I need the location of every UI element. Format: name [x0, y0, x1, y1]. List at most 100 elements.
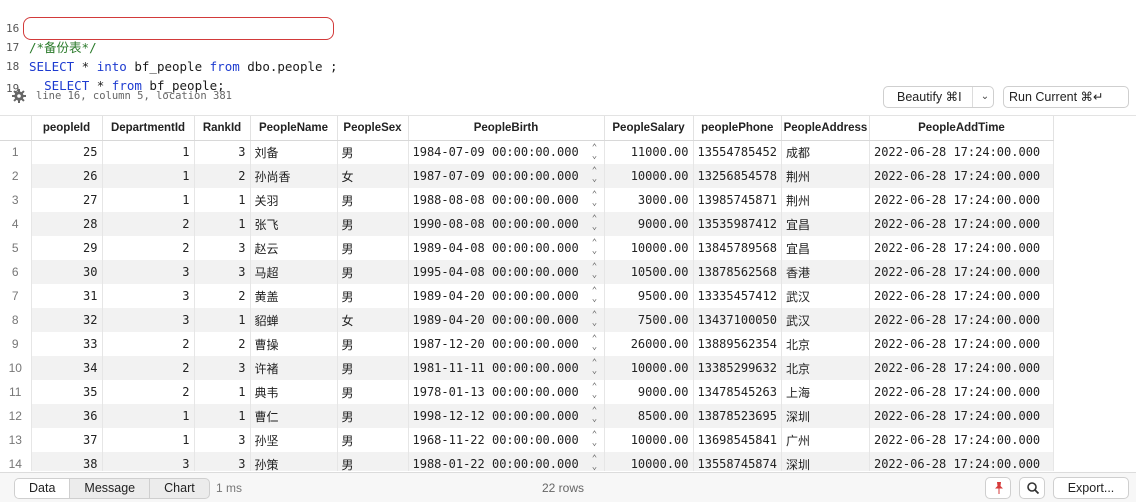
- column-header[interactable]: PeopleAddress: [781, 116, 870, 141]
- cell-people-birth[interactable]: 1981-11-11 00:00:00.000 ⌃ ⌄: [408, 356, 605, 380]
- table-row[interactable]: 14 38 3 3 孙策男 1988-01-22 00:00:00.000 ⌃ ⌄ 10000.…: [0, 452, 1054, 471]
- cell-people-sex[interactable]: 男: [337, 188, 409, 212]
- cell-rank-id[interactable]: 1: [194, 404, 251, 428]
- cell-people-birth[interactable]: 1988-01-22 00:00:00.000 ⌃ ⌄: [408, 452, 605, 471]
- cell-department-id[interactable]: 1: [102, 428, 195, 452]
- cell-people-id[interactable]: 32: [31, 308, 103, 332]
- table-row[interactable]: 8 32 3 1 貂蝉女 1989-04-20 00:00:00.000 ⌃ ⌄ 7500.00…: [0, 308, 1054, 332]
- cell-people-phone[interactable]: 13878523695: [693, 404, 782, 428]
- cell-people-name[interactable]: 张飞: [250, 212, 338, 236]
- column-header[interactable]: PeopleAddTime: [869, 116, 1054, 141]
- cell-people-sex[interactable]: 男: [337, 380, 409, 404]
- table-row[interactable]: 5 29 2 3 赵云男 1989-04-08 00:00:00.000 ⌃ ⌄ 10000.0…: [0, 236, 1054, 260]
- cell-people-sex[interactable]: 女: [337, 308, 409, 332]
- cell-people-address[interactable]: 深圳: [781, 404, 870, 428]
- cell-people-phone[interactable]: 13985745871: [693, 188, 782, 212]
- cell-people-id[interactable]: 30: [31, 260, 103, 284]
- cell-people-add-time[interactable]: 2022-06-28 17:24:00.000: [869, 188, 1054, 212]
- table-row[interactable]: 4 28 2 1 张飞男 1990-08-08 00:00:00.000 ⌃ ⌄ 9000.00…: [0, 212, 1054, 236]
- cell-department-id[interactable]: 1: [102, 404, 195, 428]
- cell-people-birth[interactable]: 1968-11-22 00:00:00.000 ⌃ ⌄: [408, 428, 605, 452]
- cell-people-sex[interactable]: 男: [337, 140, 409, 164]
- cell-department-id[interactable]: 3: [102, 284, 195, 308]
- beautify-button[interactable]: Beautify ⌘I ⌄: [883, 86, 994, 108]
- cell-people-id[interactable]: 37: [31, 428, 103, 452]
- cell-people-add-time[interactable]: 2022-06-28 17:24:00.000: [869, 332, 1054, 356]
- cell-people-phone[interactable]: 13889562354: [693, 332, 782, 356]
- cell-rank-id[interactable]: 3: [194, 428, 251, 452]
- cell-people-address[interactable]: 香港: [781, 260, 870, 284]
- cell-people-address[interactable]: 武汉: [781, 284, 870, 308]
- cell-people-add-time[interactable]: 2022-06-28 17:24:00.000: [869, 236, 1054, 260]
- column-header[interactable]: PeopleSex: [337, 116, 409, 141]
- cell-people-salary[interactable]: 10000.00: [604, 236, 694, 260]
- cell-people-phone[interactable]: 13558745874: [693, 452, 782, 471]
- result-grid[interactable]: peopleId DepartmentId RankId PeopleName …: [0, 115, 1136, 471]
- cell-people-name[interactable]: 曹操: [250, 332, 338, 356]
- code-line-19[interactable]: 19: [0, 60, 1136, 95]
- stepper-icon[interactable]: ⌃ ⌄: [590, 431, 600, 448]
- cell-people-id[interactable]: 33: [31, 332, 103, 356]
- cell-people-salary[interactable]: 26000.00: [604, 332, 694, 356]
- cell-department-id[interactable]: 2: [102, 236, 195, 260]
- cell-department-id[interactable]: 2: [102, 380, 195, 404]
- cell-people-id[interactable]: 26: [31, 164, 103, 188]
- cell-department-id[interactable]: 2: [102, 356, 195, 380]
- cell-people-birth[interactable]: 1989-04-20 00:00:00.000 ⌃ ⌄: [408, 284, 605, 308]
- cell-people-salary[interactable]: 9000.00: [604, 212, 694, 236]
- cell-people-phone[interactable]: 13385299632: [693, 356, 782, 380]
- column-header[interactable]: PeopleBirth: [408, 116, 605, 141]
- cell-people-phone[interactable]: 13535987412: [693, 212, 782, 236]
- cell-people-name[interactable]: 赵云: [250, 236, 338, 260]
- stepper-icon[interactable]: ⌃ ⌄: [590, 191, 600, 208]
- cell-people-sex[interactable]: 男: [337, 404, 409, 428]
- cell-rank-id[interactable]: 1: [194, 380, 251, 404]
- cell-rank-id[interactable]: 2: [194, 284, 251, 308]
- column-header[interactable]: RankId: [194, 116, 251, 141]
- stepper-icon[interactable]: ⌃ ⌄: [590, 167, 600, 184]
- column-header[interactable]: peopleId: [31, 116, 103, 141]
- cell-people-birth[interactable]: 1988-08-08 00:00:00.000 ⌃ ⌄: [408, 188, 605, 212]
- cell-people-address[interactable]: 广州: [781, 428, 870, 452]
- cell-people-id[interactable]: 36: [31, 404, 103, 428]
- cell-people-birth[interactable]: 1989-04-08 00:00:00.000 ⌃ ⌄: [408, 236, 605, 260]
- stepper-icon[interactable]: ⌃ ⌄: [590, 263, 600, 280]
- cell-people-id[interactable]: 25: [31, 140, 103, 164]
- cell-people-add-time[interactable]: 2022-06-28 17:24:00.000: [869, 452, 1054, 471]
- cell-department-id[interactable]: 1: [102, 164, 195, 188]
- cell-people-sex[interactable]: 男: [337, 284, 409, 308]
- cell-people-birth[interactable]: 1987-07-09 00:00:00.000 ⌃ ⌄: [408, 164, 605, 188]
- cell-department-id[interactable]: 3: [102, 260, 195, 284]
- cell-people-sex[interactable]: 男: [337, 332, 409, 356]
- cell-people-id[interactable]: 35: [31, 380, 103, 404]
- code-line-18[interactable]: 18 SELECT * from bf_people;: [0, 38, 1136, 93]
- cell-people-salary[interactable]: 10500.00: [604, 260, 694, 284]
- cell-people-name[interactable]: 孙尚香: [250, 164, 338, 188]
- cell-people-name[interactable]: 貂蝉: [250, 308, 338, 332]
- cell-people-add-time[interactable]: 2022-06-28 17:24:00.000: [869, 404, 1054, 428]
- cell-people-salary[interactable]: 10000.00: [604, 452, 694, 471]
- cell-people-birth[interactable]: 1990-08-08 00:00:00.000 ⌃ ⌄: [408, 212, 605, 236]
- run-current-button[interactable]: Run Current ⌘↵: [1003, 86, 1129, 108]
- cell-people-id[interactable]: 31: [31, 284, 103, 308]
- cell-people-address[interactable]: 北京: [781, 356, 870, 380]
- table-row[interactable]: 1 25 1 3 刘备男 1984-07-09 00:00:00.000 ⌃ ⌄ 11000.0…: [0, 140, 1054, 164]
- cell-rank-id[interactable]: 3: [194, 140, 251, 164]
- table-row[interactable]: 11 35 2 1 典韦男 1978-01-13 00:00:00.000 ⌃ ⌄ 9000.0…: [0, 380, 1054, 404]
- cell-people-sex[interactable]: 男: [337, 260, 409, 284]
- cell-people-phone[interactable]: 13878562568: [693, 260, 782, 284]
- stepper-icon[interactable]: ⌃ ⌄: [590, 287, 600, 304]
- cell-people-name[interactable]: 黄盖: [250, 284, 338, 308]
- cell-people-sex[interactable]: 男: [337, 236, 409, 260]
- chevron-down-icon[interactable]: ⌄: [979, 87, 991, 107]
- cell-people-address[interactable]: 荆州: [781, 164, 870, 188]
- cell-people-add-time[interactable]: 2022-06-28 17:24:00.000: [869, 164, 1054, 188]
- search-button[interactable]: [1019, 477, 1045, 499]
- cell-people-salary[interactable]: 10000.00: [604, 164, 694, 188]
- cell-people-name[interactable]: 孙策: [250, 452, 338, 471]
- cell-people-id[interactable]: 28: [31, 212, 103, 236]
- cell-people-salary[interactable]: 7500.00: [604, 308, 694, 332]
- cell-department-id[interactable]: 3: [102, 452, 195, 471]
- cell-people-birth[interactable]: 1987-12-20 00:00:00.000 ⌃ ⌄: [408, 332, 605, 356]
- cell-people-salary[interactable]: 9500.00: [604, 284, 694, 308]
